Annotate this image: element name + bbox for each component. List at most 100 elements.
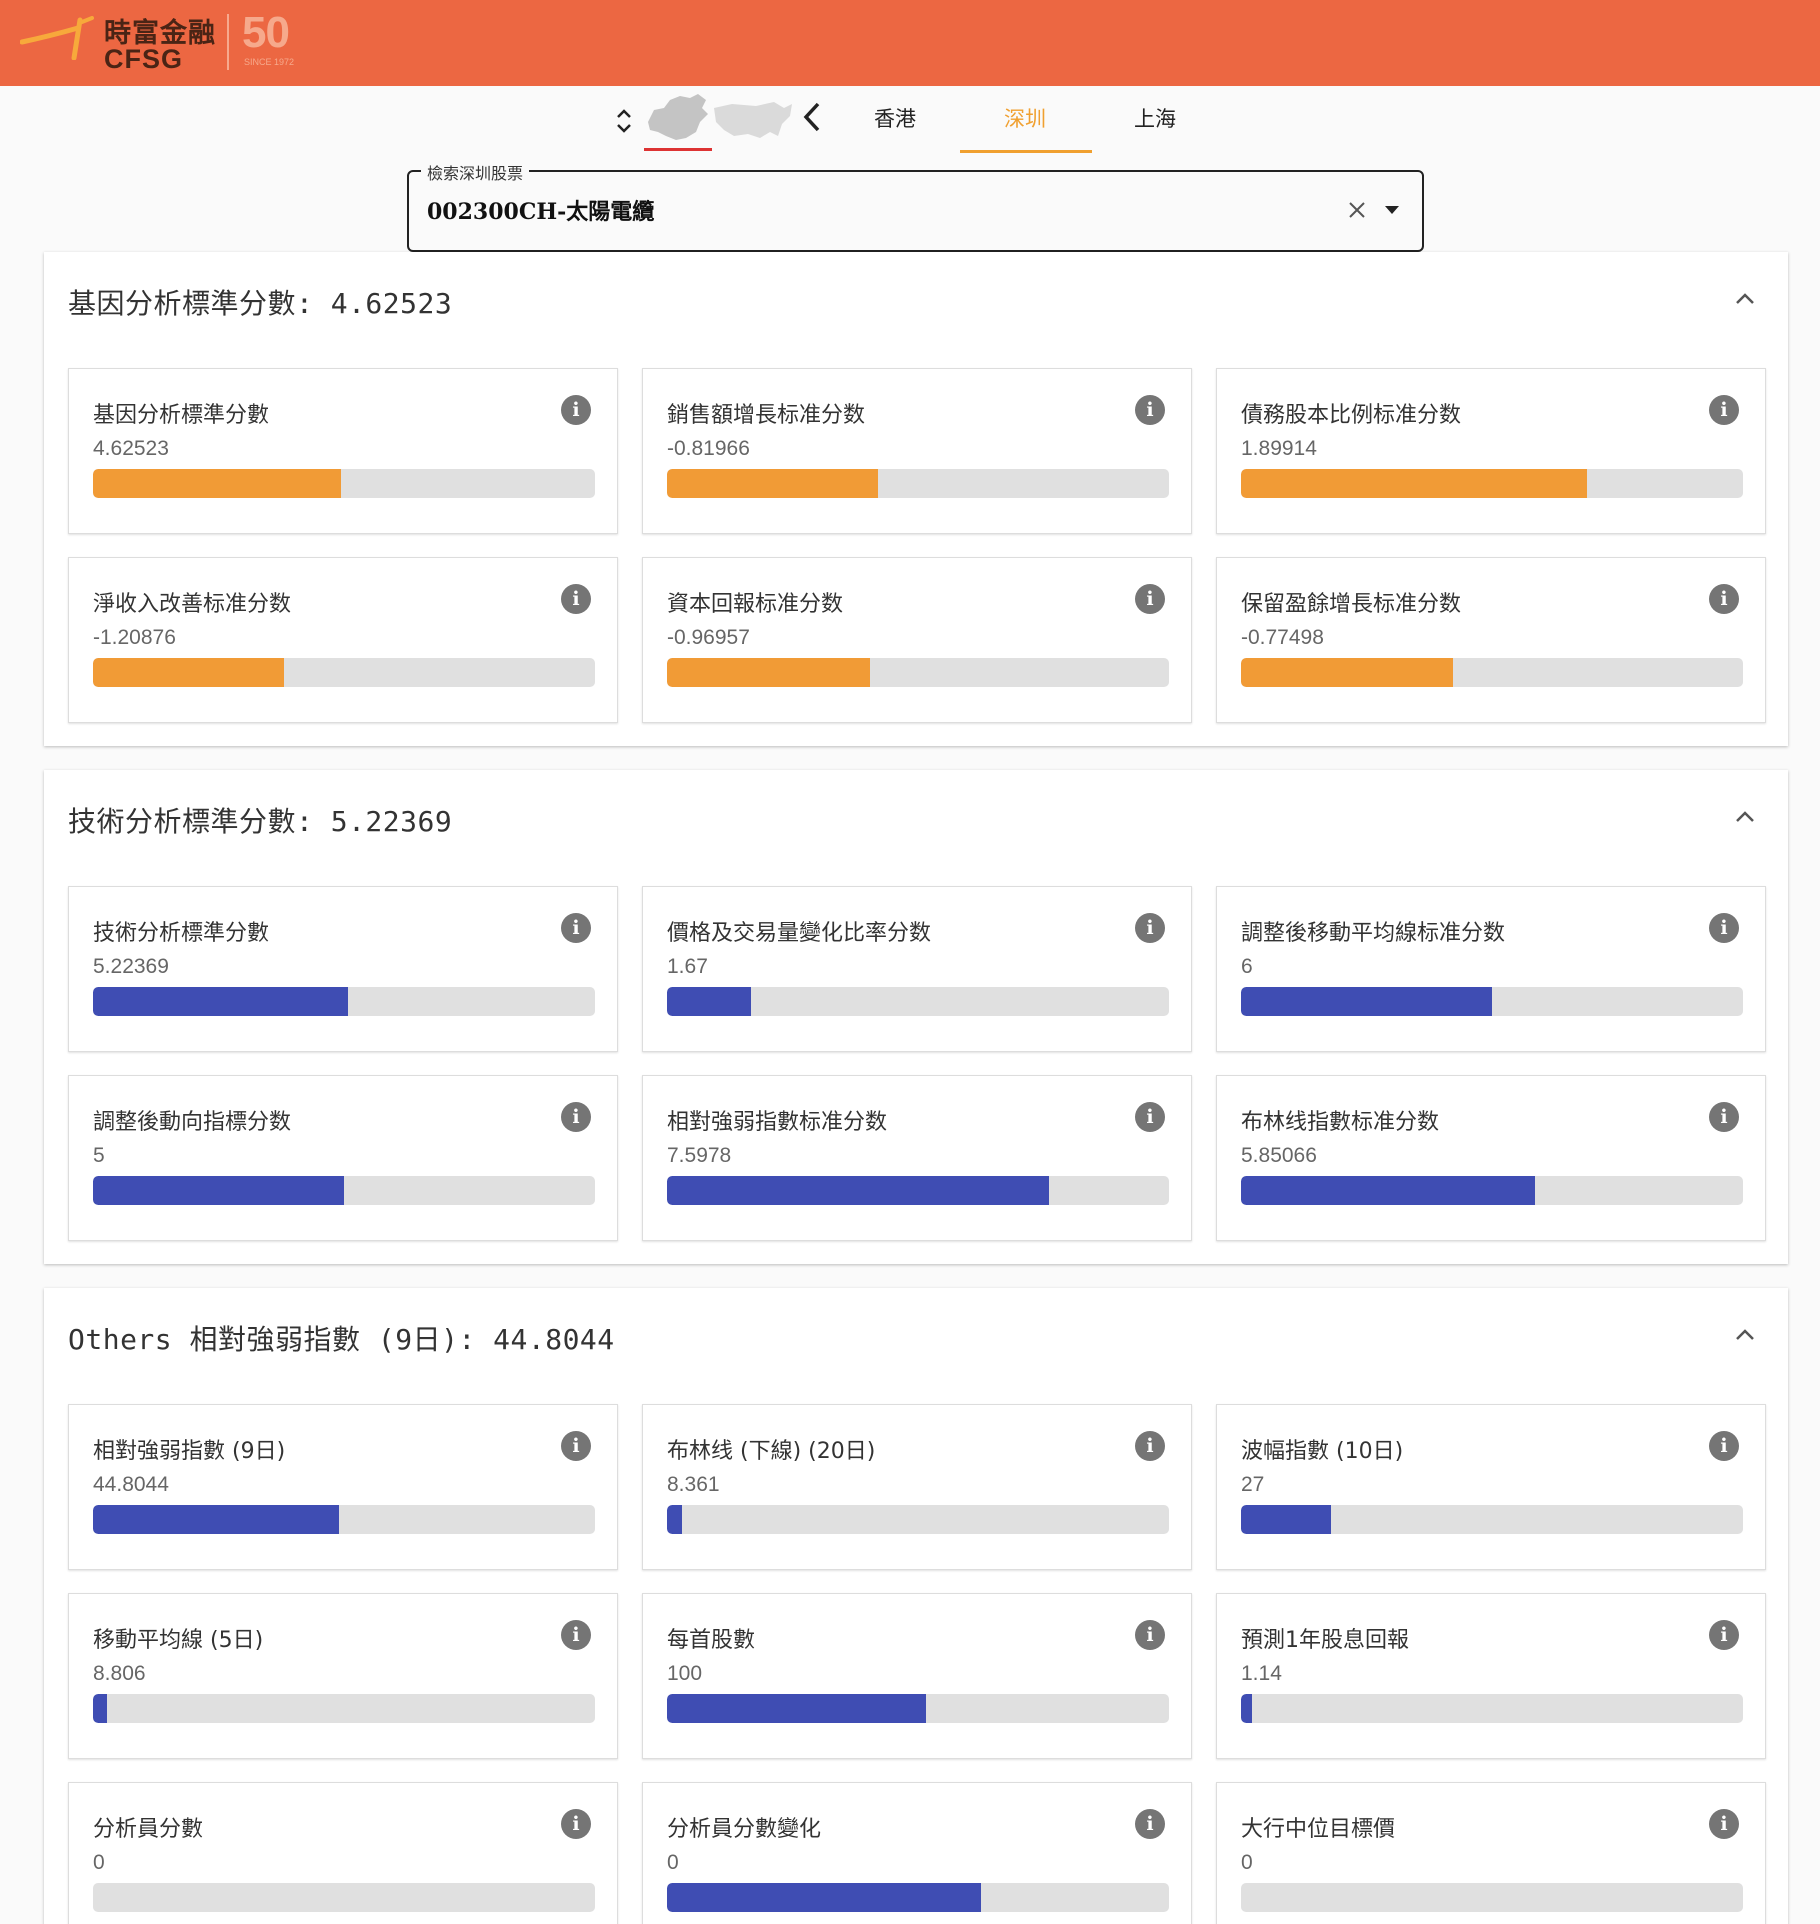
dropdown-arrow-icon[interactable] [1385,206,1399,214]
score-progress-bar [1241,658,1743,687]
info-icon[interactable]: i [1135,1809,1165,1839]
score-card-label: 調整後移動平均線标准分数 [1241,921,1506,946]
score-card: 分析員分數 i 0 [68,1782,618,1924]
score-progress-fill [1241,469,1588,498]
score-progress-fill [667,1694,926,1723]
info-icon[interactable]: i [1709,1620,1739,1650]
score-progress-fill [1241,1176,1535,1205]
score-card: 相對強弱指數标准分数 i 7.5978 [642,1075,1192,1241]
score-progress-bar [667,987,1169,1016]
score-card-label: 技術分析標準分數 [93,921,270,946]
info-icon[interactable]: i [1709,584,1739,614]
sort-icon[interactable] [614,104,634,139]
score-card-value: -1.20876 [93,626,176,649]
active-tab-indicator [960,150,1092,153]
score-progress-fill [1241,1694,1253,1723]
score-progress-bar [667,469,1169,498]
score-card-label: 基因分析標準分數 [93,403,270,428]
info-icon[interactable]: i [1709,395,1739,425]
score-card-label: 布林线 (下線) (20日) [667,1439,876,1464]
search-field-label: 檢索深圳股票 [421,160,530,184]
score-card-value: 100 [667,1662,703,1685]
chevron-up-icon[interactable] [1734,292,1756,306]
section-title: Others 相對強弱指數 (9日): 44.8044 [68,1323,615,1356]
stock-search-field[interactable]: 檢索深圳股票 002300CH-太陽電纜 [407,160,1424,252]
others-section: Others 相對強弱指數 (9日): 44.8044 相對強弱指數 (9日) i 4… [44,1288,1788,1924]
info-icon[interactable]: i [561,395,591,425]
score-progress-bar [667,1883,1169,1912]
info-icon[interactable]: i [561,1431,591,1461]
fundamental-analysis-section: 基因分析標準分數: 4.62523 基因分析標準分數 i 4.62523 銷售額增長标准… [44,252,1788,746]
score-card-value: 5.22369 [93,955,169,978]
info-icon[interactable]: i [1709,1102,1739,1132]
score-card: 銷售額增長标准分数 i -0.81966 [642,368,1192,534]
score-card: 資本回報标准分数 i -0.96957 [642,557,1192,723]
score-card-value: 8.361 [667,1473,720,1496]
info-icon[interactable]: i [1709,1809,1739,1839]
score-card-label: 銷售額增長标准分数 [667,403,866,428]
chevron-left-icon[interactable] [800,100,826,134]
score-card: 調整後移動平均線标准分数 i 6 [1216,886,1766,1052]
score-progress-bar [93,469,595,498]
score-card-label: 資本回報标准分数 [667,592,844,617]
chevron-up-icon[interactable] [1734,810,1756,824]
score-progress-bar [667,1176,1169,1205]
score-progress-fill [93,469,342,498]
info-icon[interactable]: i [1135,584,1165,614]
score-progress-bar [1241,1694,1743,1723]
score-progress-fill [667,1505,683,1534]
score-card: 移動平均線 (5日) i 8.806 [68,1593,618,1759]
score-card: 預測1年股息回報 i 1.14 [1216,1593,1766,1759]
cfsg-logo[interactable]: 時富金融 CFSG 50 SINCE 1972 [20,8,320,76]
score-card: 價格及交易量變化比率分数 i 1.67 [642,886,1192,1052]
china-map-icon[interactable] [640,92,712,146]
score-progress-bar [93,1176,595,1205]
score-card-value: 0 [93,1851,105,1874]
score-card-value: 27 [1241,1473,1265,1496]
logo-since-text: SINCE 1972 [244,57,295,67]
search-input[interactable]: 002300CH-太陽電纜 [427,194,654,226]
score-card: 淨收入改善标准分数 i -1.20876 [68,557,618,723]
info-icon[interactable]: i [1709,913,1739,943]
clear-icon[interactable] [1345,198,1369,222]
tab-hongkong[interactable]: 香港 [830,86,960,156]
score-progress-bar [93,1883,595,1912]
technical-analysis-section: 技術分析標準分數: 5.22369 技術分析標準分數 i 5.22369 價格及交易量變… [44,770,1788,1264]
score-progress-bar [93,987,595,1016]
score-card-label: 布林线指數标准分数 [1241,1110,1440,1135]
info-icon[interactable]: i [1135,913,1165,943]
tab-shanghai[interactable]: 上海 [1090,86,1220,156]
info-icon[interactable]: i [561,1620,591,1650]
info-icon[interactable]: i [561,913,591,943]
info-icon[interactable]: i [1135,1431,1165,1461]
info-icon[interactable]: i [1135,395,1165,425]
score-progress-fill [667,1176,1049,1205]
info-icon[interactable]: i [561,584,591,614]
score-progress-bar [1241,1505,1743,1534]
score-card-label: 預測1年股息回報 [1241,1628,1409,1653]
score-progress-fill [1241,658,1453,687]
info-icon[interactable]: i [561,1809,591,1839]
info-icon[interactable]: i [561,1102,591,1132]
score-card: 債務股本比例标准分数 i 1.89914 [1216,368,1766,534]
score-progress-fill [667,469,878,498]
score-card-value: 5.85066 [1241,1144,1317,1167]
score-card-value: 0 [1241,1851,1253,1874]
score-progress-bar [93,658,595,687]
score-progress-fill [1241,987,1492,1016]
score-card: 相對強弱指數 (9日) i 44.8044 [68,1404,618,1570]
tab-shenzhen[interactable]: 深圳 [960,86,1090,156]
chevron-up-icon[interactable] [1734,1328,1756,1342]
score-progress-bar [1241,469,1743,498]
logo-swoosh-icon [20,16,94,60]
score-card-label: 債務股本比例标准分数 [1241,403,1462,428]
info-icon[interactable]: i [1135,1620,1165,1650]
score-card-label: 波幅指數 (10日) [1241,1439,1404,1464]
info-icon[interactable]: i [1709,1431,1739,1461]
score-card-label: 調整後動向指標分数 [93,1110,292,1135]
score-progress-fill [667,1883,981,1912]
info-icon[interactable]: i [1135,1102,1165,1132]
score-progress-bar [1241,1883,1743,1912]
us-map-icon[interactable] [712,96,794,146]
score-card-value: -0.77498 [1241,626,1324,649]
